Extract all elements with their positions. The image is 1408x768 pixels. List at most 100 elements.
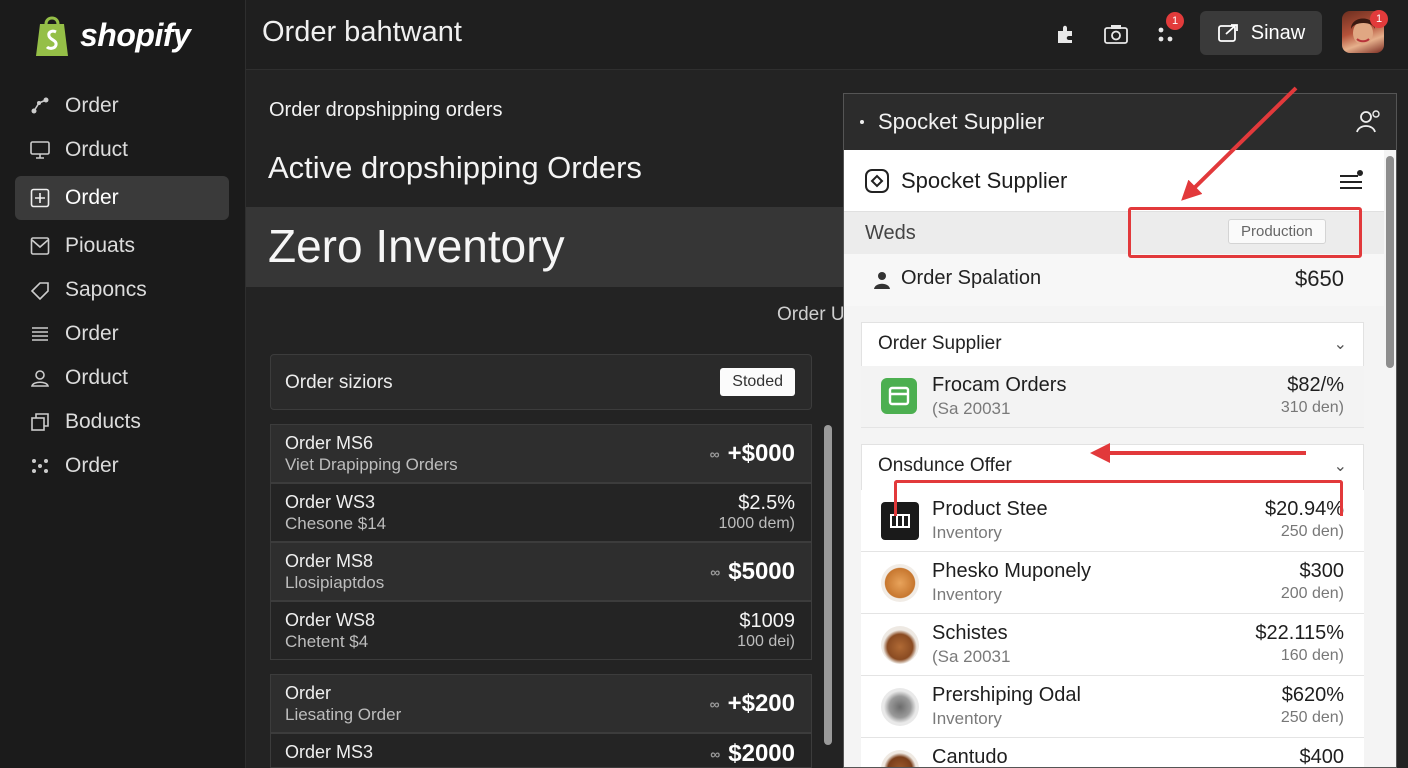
table-row[interactable]: Order WS8 Chetent $4 $1009 100 dei) [270, 601, 812, 660]
link-icon: ∞ [709, 696, 720, 712]
item-value-sub: 160 den) [1280, 647, 1344, 664]
item-sub: (Sa 20031 [932, 399, 1011, 418]
person-settings-icon[interactable] [1354, 108, 1382, 141]
sidebar-item-boducts[interactable]: Boducts [15, 400, 229, 444]
item-sub: Inventory [932, 523, 1002, 542]
chevron-down-icon[interactable]: ⌄ [1334, 456, 1347, 476]
row-amount-wrap: ∞ $2000 [710, 740, 795, 768]
sidebar-item-orduct[interactable]: Orduct [15, 128, 229, 172]
row-amount: $2000 [728, 740, 795, 767]
item-name: Phesko Muponely [932, 560, 1091, 582]
sidebar-item-label: Orduct [65, 138, 129, 161]
chevron-down-icon[interactable]: ⌄ [1334, 334, 1347, 354]
sidebar-item-label: Boducts [65, 410, 141, 433]
status-pill[interactable]: Stoded [720, 368, 795, 396]
sidebar-item-order[interactable]: Order [15, 84, 229, 128]
item-value-sub: 200 den) [1280, 585, 1344, 602]
list-item[interactable]: Prershiping Odal Inventory $620% 250 den… [861, 676, 1364, 738]
share-button[interactable]: Sinaw [1200, 11, 1322, 55]
product-thumbnail-icon [881, 688, 919, 726]
item-value: $82/% [1287, 374, 1344, 396]
item-sub: Inventory [932, 709, 1002, 728]
mail-icon [29, 235, 51, 257]
order-spalation-row[interactable]: Order Spalation $650 [844, 254, 1384, 306]
list-icon [29, 323, 51, 345]
row-amount-sub: 1000 dem) [718, 515, 796, 532]
section-title: Order Supplier [878, 333, 1002, 354]
supplier-title: Spocket Supplier [901, 168, 1068, 193]
table-row[interactable]: Order Liesating Order ∞ +$200 [270, 674, 812, 733]
link-icon: ∞ [709, 446, 720, 462]
list-item[interactable]: Frocam Orders (Sa 20031 $82/% 310 den) [861, 366, 1364, 428]
product-thumbnail-icon [881, 564, 919, 602]
sidebar-item-label: Piouats [65, 234, 136, 257]
table-row[interactable]: Order MS3 ∞ $2000 [270, 733, 812, 768]
item-value: $22.115% [1255, 622, 1344, 644]
item-sub: Inventory [932, 585, 1002, 604]
row-amount-wrap: ∞ +$200 [710, 690, 795, 718]
banner-title: Zero Inventory [268, 220, 565, 272]
row-amount: $5000 [728, 558, 795, 585]
apps-dots-icon[interactable]: 1 [1152, 12, 1184, 48]
logo-text: shopify [80, 16, 191, 53]
zero-inventory-banner: Zero Inventory [246, 207, 846, 287]
row-subtitle: Chesone $14 [285, 514, 387, 533]
row-amount: $1009 [739, 610, 795, 632]
spalation-value: $650 [1295, 266, 1344, 291]
puzzle-icon[interactable] [1052, 20, 1080, 48]
sidebar-item-piouats[interactable]: Piouats [15, 224, 229, 268]
row-title: Order WS3 [285, 492, 376, 512]
sidebar-item-label: Order [65, 94, 119, 117]
list-item[interactable]: Phesko Muponely Inventory $300 200 den) [861, 552, 1364, 614]
sidebar-item-label: Saponcs [65, 278, 147, 301]
order-u-label: Order U [777, 304, 845, 325]
sidebar-item-orduct-user[interactable]: Orduct [15, 356, 229, 400]
sidebar-item-order-active[interactable]: Order [15, 176, 229, 220]
frocam-product-icon [881, 378, 917, 414]
link-icon: ∞ [710, 746, 721, 762]
spalation-label: Order Spalation [901, 267, 1042, 289]
row-amount: +$000 [727, 440, 795, 467]
row-title: Order WS8 [285, 610, 376, 630]
tag-icon [29, 279, 51, 301]
share-square-icon [1217, 24, 1238, 42]
sidebar-nav: Order Orduct Order Piouats Saponcs Order… [15, 84, 229, 488]
row-amount-sub: 100 dei) [737, 633, 795, 650]
order-filter-card: Order siziors Stoded [270, 354, 812, 410]
order-supplier-section[interactable]: Order Supplier ⌄ [861, 322, 1364, 366]
monitor-icon [29, 139, 51, 161]
table-row[interactable]: Order WS3 Chesone $14 $2.5% 1000 dem) [270, 483, 812, 542]
sidebar-item-label: Order [65, 454, 119, 477]
camera-icon[interactable] [1102, 20, 1130, 48]
panel-scrollbar-thumb[interactable] [1386, 156, 1394, 368]
table-row[interactable]: Order MS6 Viet Drapipping Orders ∞ +$000 [270, 424, 812, 483]
menu-icon[interactable] [1338, 168, 1364, 199]
item-name: Frocam Orders [932, 374, 1067, 396]
shopify-logo[interactable]: shopify [32, 12, 191, 58]
sidebar-item-order-list[interactable]: Order [15, 312, 229, 356]
sidebar-item-order-apps[interactable]: Order [15, 444, 229, 488]
bullet-icon [860, 120, 864, 124]
main-scrollbar[interactable] [824, 425, 832, 745]
filter-card-label: Order siziors [285, 372, 393, 393]
sidebar-item-label: Orduct [65, 366, 129, 389]
row-title: Order MS8 [285, 551, 374, 571]
top-header: Order bahtwant 1 Sinaw 1 [246, 0, 1408, 70]
item-value: $400 [1299, 746, 1345, 768]
row-subtitle: Liesating Order [285, 705, 402, 724]
row-title: Order MS3 [285, 742, 374, 762]
row-amount: $2.5% [738, 492, 795, 514]
panel-scrollbar[interactable] [1385, 156, 1395, 766]
table-row[interactable]: Order MS8 Llosipiaptdos ∞ $5000 [270, 542, 812, 601]
copy-icon [29, 411, 51, 433]
product-highlight-box [894, 480, 1343, 516]
row-subtitle: Viet Drapipping Orders [285, 455, 458, 474]
list-item[interactable]: Schistes (Sa 20031 $22.115% 160 den) [861, 614, 1364, 676]
item-value: $300 [1299, 560, 1345, 582]
production-highlight-box [1128, 207, 1362, 258]
branch-icon [29, 95, 51, 117]
sidebar-item-saponcs[interactable]: Saponcs [15, 268, 229, 312]
apps-icon [29, 455, 51, 477]
row-subtitle: Chetent $4 [285, 632, 369, 651]
list-item[interactable]: Cantudo $400 [861, 738, 1364, 768]
